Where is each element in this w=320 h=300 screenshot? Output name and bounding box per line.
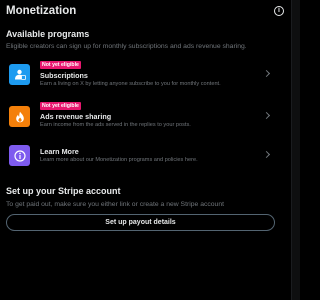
program-title: Learn More [40, 147, 79, 156]
chevron-right-icon [262, 111, 271, 120]
info-icon [9, 145, 30, 166]
eligibility-badge: Not yet eligible [40, 102, 81, 110]
program-subscriptions[interactable]: Not yet eligible Subscriptions Earn a li… [0, 58, 291, 92]
program-title: Ads revenue sharing [40, 112, 112, 121]
program-ads-revenue-sharing[interactable]: Not yet eligible Ads revenue sharing Ear… [0, 99, 291, 133]
scrollbar[interactable] [291, 0, 300, 300]
available-programs-description: Eligible creators can sign up for monthl… [6, 43, 247, 50]
available-programs-heading: Available programs [6, 29, 90, 39]
setup-payout-button[interactable]: Set up payout details [6, 214, 275, 231]
info-icon[interactable]: i [274, 5, 284, 16]
program-learn-more[interactable]: Learn More Learn more about our Monetiza… [0, 140, 291, 174]
stripe-heading: Set up your Stripe account [6, 186, 121, 196]
program-description: Earn income from the ads served in the r… [40, 122, 191, 128]
chevron-right-icon [262, 69, 271, 78]
stripe-description: To get paid out, make sure you either li… [6, 201, 224, 208]
page-header: Monetization i [0, 0, 291, 21]
flame-icon [9, 106, 30, 127]
subscriptions-icon [9, 64, 30, 85]
page-title: Monetization [6, 4, 77, 17]
program-description: Earn a living on X by letting anyone sub… [40, 81, 221, 87]
monetization-page: Monetization i Available programs Eligib… [0, 0, 291, 300]
program-title: Subscriptions [40, 71, 88, 80]
eligibility-badge: Not yet eligible [40, 61, 81, 69]
program-description: Learn more about our Monetization progra… [40, 157, 198, 163]
chevron-right-icon [262, 150, 271, 159]
